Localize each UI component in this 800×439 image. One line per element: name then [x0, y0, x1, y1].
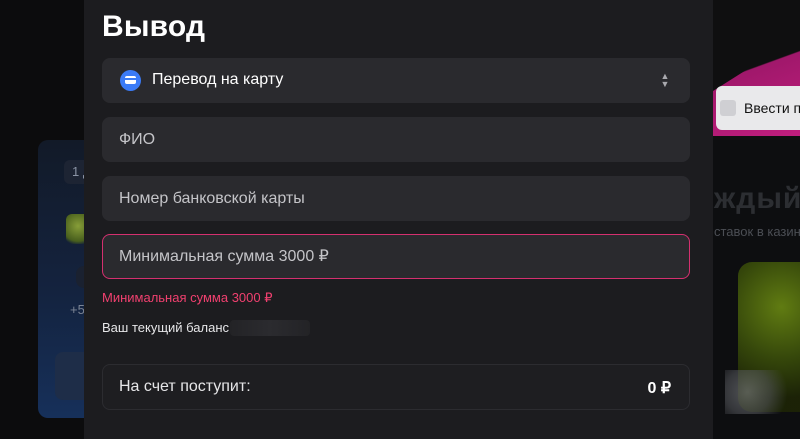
modal-title: Вывод [102, 10, 206, 43]
amount-error-message: Минимальная сумма 3000 ₽ [102, 290, 273, 305]
enter-promo-button: Ввести промокод [716, 86, 800, 130]
withdraw-method-select[interactable]: Перевод на карту ▲ ▼ [102, 58, 690, 103]
payout-total-label: На счет поступит: [119, 378, 251, 395]
background-headline: ждый че [714, 182, 800, 215]
payout-total-value: 0 ₽ [647, 380, 671, 397]
balance-row: Ваш текущий баланс [102, 318, 310, 338]
payout-total-box: На счет поступит: 0 ₽ [102, 364, 690, 410]
balance-label: Ваш текущий баланс [102, 320, 230, 335]
amount-input[interactable] [102, 234, 690, 279]
enter-promo-label: Ввести промокод [744, 100, 800, 116]
card-icon [120, 70, 141, 91]
background-bonus-text: +5 [70, 302, 85, 317]
fio-input[interactable] [102, 117, 690, 162]
balance-value-placeholder [230, 320, 310, 336]
promo-icon [720, 100, 736, 116]
background-subline: ставок в казин [714, 224, 800, 239]
card-number-input[interactable] [102, 176, 690, 221]
withdraw-method-label: Перевод на карту [152, 71, 284, 88]
page: 1 д +5 Ввести промокод ждый че ставок в … [0, 0, 800, 439]
withdraw-modal: Вывод Перевод на карту ▲▼ Минимальная су… [84, 0, 713, 439]
sort-arrows-icon: ▲ ▼ [660, 71, 670, 89]
background-coins-image [725, 370, 800, 414]
